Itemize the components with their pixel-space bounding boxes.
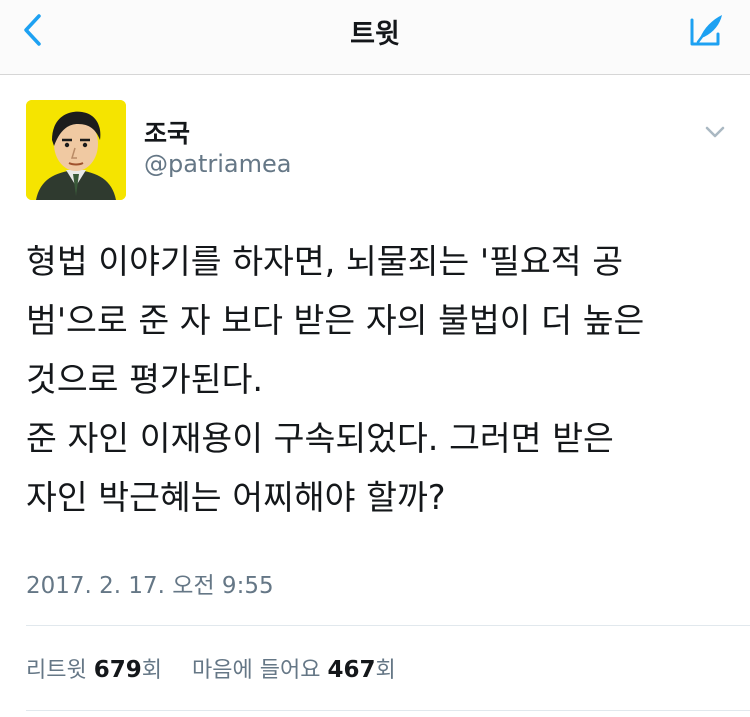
tweet-options-button[interactable] bbox=[700, 120, 730, 144]
tweet-text: 형법 이야기를 하자면, 뇌물죄는 '필요적 공 범'으로 준 자 보다 받은 … bbox=[26, 232, 726, 527]
avatar[interactable] bbox=[26, 100, 126, 200]
likes-stat[interactable]: 마음에 들어요 467회 bbox=[192, 657, 396, 683]
divider bbox=[26, 710, 750, 711]
compose-tweet-button[interactable] bbox=[682, 8, 730, 52]
compose-tweet-icon bbox=[690, 15, 722, 46]
tweet-stats: 리트윗 679회 마음에 들어요 467회 bbox=[26, 652, 396, 684]
author-display-name[interactable]: 조국 bbox=[144, 114, 190, 150]
tweet-text-line: 범'으로 준 자 보다 받은 자의 불법이 더 높은 bbox=[26, 301, 645, 340]
author-handle[interactable]: @patriamea bbox=[144, 150, 291, 178]
retweets-label: 리트윗 bbox=[26, 658, 87, 683]
page-title: 트윗 bbox=[350, 19, 400, 50]
likes-unit: 회 bbox=[375, 658, 396, 683]
likes-label: 마음에 들어요 bbox=[192, 658, 321, 683]
tweet-timestamp: 2017. 2. 17. 오전 9:55 bbox=[26, 573, 274, 599]
divider bbox=[26, 625, 750, 626]
retweets-unit: 회 bbox=[141, 658, 162, 683]
tweet-text-line: 준 자인 이재용이 구속되었다. 그러면 받은 bbox=[26, 419, 614, 458]
cartoon-portrait-avatar bbox=[26, 100, 126, 200]
chevron-down-icon bbox=[705, 126, 725, 138]
retweets-count: 679 bbox=[93, 657, 142, 683]
retweets-stat[interactable]: 리트윗 679회 bbox=[26, 657, 169, 683]
tweet-text-line: 자인 박근혜는 어찌해야 할까? bbox=[26, 478, 446, 517]
likes-count: 467 bbox=[327, 657, 376, 683]
nav-bar: 트윗 bbox=[0, 0, 750, 75]
tweet-text-line: 것으로 평가된다. bbox=[26, 360, 264, 399]
tweet-text-line: 형법 이야기를 하자면, 뇌물죄는 '필요적 공 bbox=[26, 242, 624, 281]
